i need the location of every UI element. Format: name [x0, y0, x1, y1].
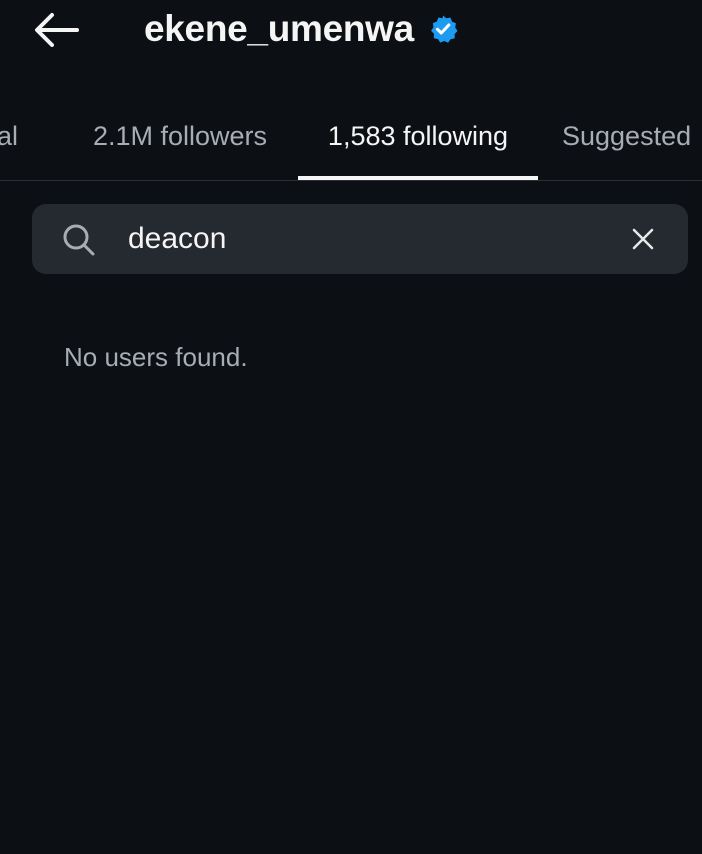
- clear-search-button[interactable]: [626, 222, 660, 256]
- header-title: ekene_umenwa: [144, 6, 458, 52]
- tab-divider: [0, 180, 702, 181]
- no-results-message: No users found.: [64, 342, 248, 372]
- profile-username: ekene_umenwa: [144, 8, 414, 49]
- arrow-left-icon: [35, 13, 79, 47]
- tab-followers[interactable]: 2.1M followers: [76, 96, 284, 176]
- close-icon: [632, 228, 654, 250]
- search-bar: [32, 204, 688, 274]
- tab-suggested[interactable]: Suggested: [552, 96, 702, 176]
- search-icon: [63, 224, 95, 256]
- tab-mutual[interactable]: ual: [0, 96, 40, 176]
- back-button[interactable]: [28, 8, 84, 52]
- following-screen: ekene_umenwa ual 2.1M followers 1,583 fo…: [0, 0, 702, 854]
- tab-bar: ual 2.1M followers 1,583 following Sugge…: [0, 96, 702, 180]
- search-input[interactable]: [128, 216, 608, 262]
- verified-badge-icon: [428, 14, 458, 44]
- tab-following[interactable]: 1,583 following: [298, 96, 538, 176]
